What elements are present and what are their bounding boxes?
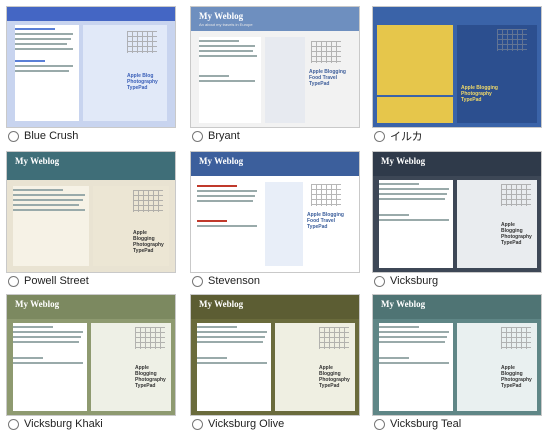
radio-button[interactable] [8,275,19,287]
theme-option-vicksburg-khaki[interactable]: My Weblog Apple Blogging Photography TypeP… [6,294,176,434]
theme-thumbnail[interactable]: My Weblog Apple Blogging Photography TypeP… [190,294,360,416]
theme-label: Powell Street [24,275,89,287]
radio-button[interactable] [374,418,385,430]
theme-thumbnail[interactable]: Apple Blog Photography TypePad [6,6,176,128]
theme-thumbnail[interactable]: Apple Blogging Photography TypePad [372,6,542,128]
radio-button[interactable] [8,130,19,142]
theme-option-vicksburg-teal[interactable]: My Weblog Apple Blogging Photography TypeP… [372,294,542,434]
radio-button[interactable] [374,275,385,287]
radio-button[interactable] [192,275,203,287]
theme-thumbnail[interactable]: My Weblog Apple Blogging Photography TypeP… [6,151,176,273]
theme-thumbnail[interactable]: My Weblog Apple Blogging Photography TypeP… [6,294,176,416]
radio-button[interactable] [192,418,203,430]
theme-option-iruka[interactable]: Apple Blogging Photography TypePad イルカ [372,6,542,146]
theme-label: Vicksburg Teal [390,418,462,430]
radio-button[interactable] [192,130,203,142]
theme-label: Stevenson [208,275,260,287]
theme-label: Bryant [208,130,240,142]
radio-button[interactable] [374,130,385,142]
theme-label: Vicksburg Olive [208,418,285,430]
theme-thumbnail[interactable]: My Weblog An about my travels in Europe … [190,6,360,128]
theme-thumbnail[interactable]: My Weblog Apple Blogging Food Travel TypeP… [190,151,360,273]
theme-option-powell-street[interactable]: My Weblog Apple Blogging Photography TypeP… [6,151,176,291]
theme-option-vicksburg[interactable]: My Weblog Apple Blogging Photography TypeP… [372,151,542,291]
radio-button[interactable] [8,418,19,430]
theme-option-vicksburg-olive[interactable]: My Weblog Apple Blogging Photography TypeP… [190,294,360,434]
theme-label: Vicksburg [390,275,439,287]
theme-option-bryant[interactable]: My Weblog An about my travels in Europe … [190,6,360,146]
theme-label: イルカ [390,131,423,143]
theme-thumbnail[interactable]: My Weblog Apple Blogging Photography TypeP… [372,294,542,416]
theme-label: Blue Crush [24,130,79,142]
theme-thumbnail[interactable]: My Weblog Apple Blogging Photography TypeP… [372,151,542,273]
theme-option-stevenson[interactable]: My Weblog Apple Blogging Food Travel TypeP… [190,151,360,291]
theme-label: Vicksburg Khaki [24,418,103,430]
theme-option-blue-crush[interactable]: Apple Blog Photography TypePad Blue Crush [6,6,176,146]
